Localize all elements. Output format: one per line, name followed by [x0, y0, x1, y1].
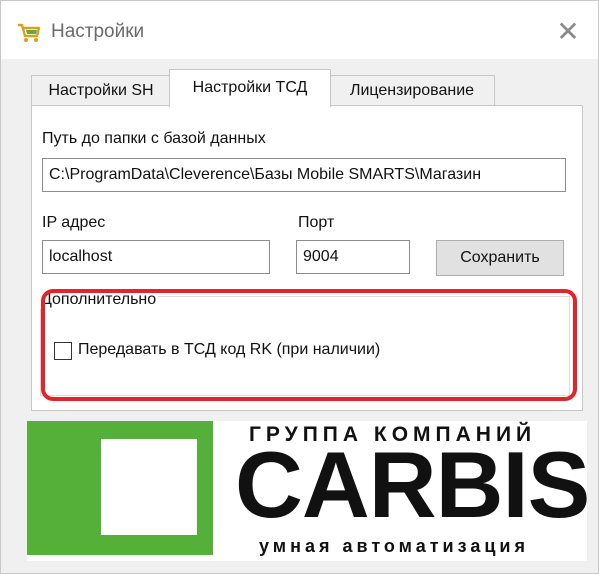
close-button[interactable]: ✕: [548, 13, 588, 51]
ip-address-label: IP адрес: [42, 214, 106, 231]
save-button[interactable]: Сохранить: [436, 240, 564, 276]
transfer-rk-code-checkbox[interactable]: [54, 342, 72, 360]
cart-icon: [18, 23, 41, 42]
transfer-rk-code-label[interactable]: Передавать в ТСД код RK (при наличии): [78, 341, 380, 359]
carbis-logo: ГРУППА КОМПАНИЙ CARBIS умная автоматизац…: [27, 421, 590, 561]
title-bar: Настройки ✕: [1, 1, 598, 59]
window-title: Настройки: [51, 21, 145, 42]
close-icon: ✕: [556, 16, 580, 47]
port-label: Порт: [298, 214, 335, 231]
tab-settings-sh[interactable]: Настройки SH: [31, 75, 171, 106]
tab-settings-tsd[interactable]: Настройки ТСД: [169, 69, 331, 107]
ip-address-field[interactable]: localhost: [42, 240, 270, 274]
tab-panel: Путь до папки с базой данных C:\ProgramD…: [31, 105, 583, 411]
db-path-field[interactable]: C:\ProgramData\Cleverence\Базы Mobile SM…: [42, 158, 566, 192]
settings-window: Настройки ✕ Настройки SH Настройки ТСД Л…: [0, 0, 599, 574]
logo-mark-inner: [101, 439, 197, 535]
port-field[interactable]: 9004: [296, 240, 410, 274]
db-path-label: Путь до папки с базой данных: [42, 130, 266, 147]
additional-group-title: Дополнительно: [39, 291, 159, 309]
tab-licensing[interactable]: Лицензирование: [329, 75, 495, 106]
logo-tagline: умная автоматизация: [259, 536, 529, 556]
logo-mark: [27, 421, 213, 555]
logo-brand-name: CARBIS: [235, 432, 590, 537]
